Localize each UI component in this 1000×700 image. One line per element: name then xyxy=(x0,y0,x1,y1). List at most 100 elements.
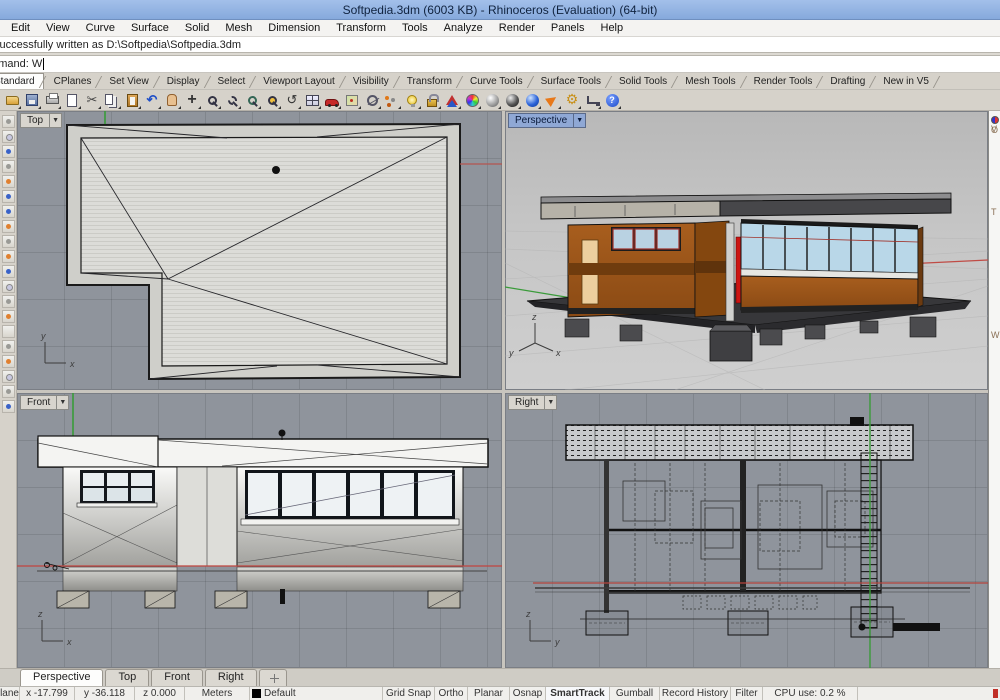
save-icon[interactable] xyxy=(22,91,42,110)
viewport-front[interactable]: z x Front ▼ xyxy=(17,393,502,668)
layers-icon[interactable] xyxy=(442,91,462,110)
zoom-icon[interactable] xyxy=(202,91,222,110)
filter-toggle[interactable]: Filter xyxy=(731,687,763,700)
zoom-window-icon[interactable] xyxy=(222,91,242,110)
toolbar-tab[interactable]: Select xyxy=(208,74,254,89)
flag-icon[interactable] xyxy=(542,91,562,110)
menu-item[interactable]: Edit xyxy=(3,21,38,35)
sidebar-tool-icon[interactable] xyxy=(2,370,15,383)
smarttrack-toggle[interactable]: SmartTrack xyxy=(546,687,610,700)
toolbar-tab[interactable]: Display xyxy=(157,74,208,89)
command-prompt[interactable]: Command: W xyxy=(0,56,1000,73)
sidebar-tool-icon[interactable] xyxy=(2,250,15,263)
toolbar-tab[interactable]: Set View xyxy=(99,74,156,89)
viewport-tab-perspective[interactable]: Perspective xyxy=(20,669,103,686)
chevron-down-icon[interactable]: ▼ xyxy=(57,395,69,410)
undo-icon[interactable] xyxy=(142,91,162,110)
chevron-down-icon[interactable]: ▼ xyxy=(574,113,586,128)
rotate-view-icon[interactable] xyxy=(282,91,302,110)
menu-item[interactable]: View xyxy=(38,21,78,35)
viewport-tab-top[interactable]: Top xyxy=(105,669,149,686)
cpu-usage[interactable]: CPU use: 0.2 % xyxy=(763,687,858,700)
lightbulb-icon[interactable] xyxy=(402,91,422,110)
sidebar-tool-icon[interactable] xyxy=(2,340,15,353)
toolbar-tab[interactable]: Transform xyxy=(397,74,460,89)
sidebar-tool-icon[interactable] xyxy=(2,160,15,173)
menu-item[interactable]: Curve xyxy=(78,21,123,35)
x-coordinate[interactable]: x -17.799 xyxy=(20,687,75,700)
lock-icon[interactable] xyxy=(422,91,442,110)
viewport-perspective[interactable]: z x y Perspective ▼ xyxy=(505,111,988,390)
zoom-extents-icon[interactable] xyxy=(242,91,262,110)
planar-toggle[interactable]: Planar xyxy=(468,687,510,700)
menu-item[interactable]: Render xyxy=(491,21,543,35)
sidebar-tool-icon[interactable] xyxy=(2,220,15,233)
toolbar-tab[interactable]: New in V5 xyxy=(873,74,937,89)
menu-item[interactable]: Surface xyxy=(123,21,177,35)
osnap-toggle[interactable]: Osnap xyxy=(510,687,546,700)
grid-snap-toggle[interactable]: Grid Snap xyxy=(383,687,435,700)
viewport-right[interactable]: z y Right ▼ xyxy=(505,393,988,668)
menu-item[interactable]: Transform xyxy=(328,21,394,35)
chevron-down-icon[interactable]: ▼ xyxy=(50,113,62,128)
chevron-down-icon[interactable]: ▼ xyxy=(545,395,557,410)
right-panel-edge[interactable]: V O T W xyxy=(988,111,1000,668)
color-wheel-icon[interactable] xyxy=(462,91,482,110)
ortho-toggle[interactable]: Ortho xyxy=(435,687,468,700)
sidebar-tool-icon[interactable] xyxy=(2,400,15,413)
print-icon[interactable] xyxy=(42,91,62,110)
menu-item[interactable]: Tools xyxy=(394,21,436,35)
paste-icon[interactable] xyxy=(122,91,142,110)
gear-icon[interactable] xyxy=(562,91,582,110)
viewport-label-front[interactable]: Front ▼ xyxy=(20,395,69,410)
toolbar-tab[interactable]: Viewport Layout xyxy=(253,74,343,89)
sidebar-tool-icon[interactable] xyxy=(2,235,15,248)
help-icon[interactable] xyxy=(602,91,622,110)
sidebar-tool-icon[interactable] xyxy=(2,130,15,143)
new-viewport-tab[interactable] xyxy=(259,669,287,686)
menu-item[interactable]: Help xyxy=(593,21,632,35)
layer-cell[interactable]: Default xyxy=(250,687,383,700)
toolbar-tab[interactable]: Visibility xyxy=(343,74,397,89)
toolbar-tab[interactable]: Drafting xyxy=(820,74,873,89)
toolbar-tab[interactable]: Mesh Tools xyxy=(675,74,743,89)
viewport-tab-right[interactable]: Right xyxy=(205,669,257,686)
units-cell[interactable]: Meters xyxy=(185,687,250,700)
map-icon[interactable] xyxy=(342,91,362,110)
toolbar-tab[interactable]: Standard xyxy=(0,73,44,89)
points-icon[interactable] xyxy=(382,91,402,110)
copy-icon[interactable] xyxy=(102,91,122,110)
cplane-icon[interactable] xyxy=(362,91,382,110)
move-icon[interactable] xyxy=(182,91,202,110)
new-page-icon[interactable] xyxy=(62,91,82,110)
toolbar-tab[interactable]: Curve Tools xyxy=(460,74,531,89)
viewport-label-perspective[interactable]: Perspective ▼ xyxy=(508,113,586,128)
toolbar-tab[interactable]: Solid Tools xyxy=(609,74,675,89)
car-icon[interactable] xyxy=(322,91,342,110)
menu-item[interactable]: Solid xyxy=(177,21,217,35)
title-bar[interactable]: Softpedia.3dm (6003 KB) - Rhinoceros (Ev… xyxy=(0,0,1000,20)
gumball-toggle[interactable]: Gumball xyxy=(610,687,660,700)
sidebar-tool-icon[interactable] xyxy=(2,355,15,368)
viewport-layout-icon[interactable] xyxy=(302,91,322,110)
history-icon[interactable] xyxy=(582,91,602,110)
sidebar-tool-icon[interactable] xyxy=(2,310,15,323)
sidebar-tool-icon[interactable] xyxy=(2,175,15,188)
menu-item[interactable]: Mesh xyxy=(217,21,260,35)
sphere-dark-icon[interactable] xyxy=(502,91,522,110)
toolbar-tab[interactable]: CPlanes xyxy=(44,74,100,89)
open-file-icon[interactable] xyxy=(2,91,22,110)
cplane-cell[interactable]: CPlane xyxy=(0,687,20,700)
sidebar-tool-icon[interactable] xyxy=(2,295,15,308)
viewport-top[interactable]: y x Top ▼ xyxy=(17,111,502,390)
viewport-tab-front[interactable]: Front xyxy=(151,669,203,686)
cut-icon[interactable] xyxy=(82,91,102,110)
sidebar-tool-icon[interactable] xyxy=(2,280,15,293)
y-coordinate[interactable]: y -36.118 xyxy=(75,687,135,700)
sidebar-tool-icon[interactable] xyxy=(2,385,15,398)
viewport-label-top[interactable]: Top ▼ xyxy=(20,113,62,128)
zoom-selected-icon[interactable] xyxy=(262,91,282,110)
z-coordinate[interactable]: z 0.000 xyxy=(135,687,185,700)
sphere-blue-icon[interactable] xyxy=(522,91,542,110)
sidebar-tool-icon[interactable] xyxy=(2,145,15,158)
